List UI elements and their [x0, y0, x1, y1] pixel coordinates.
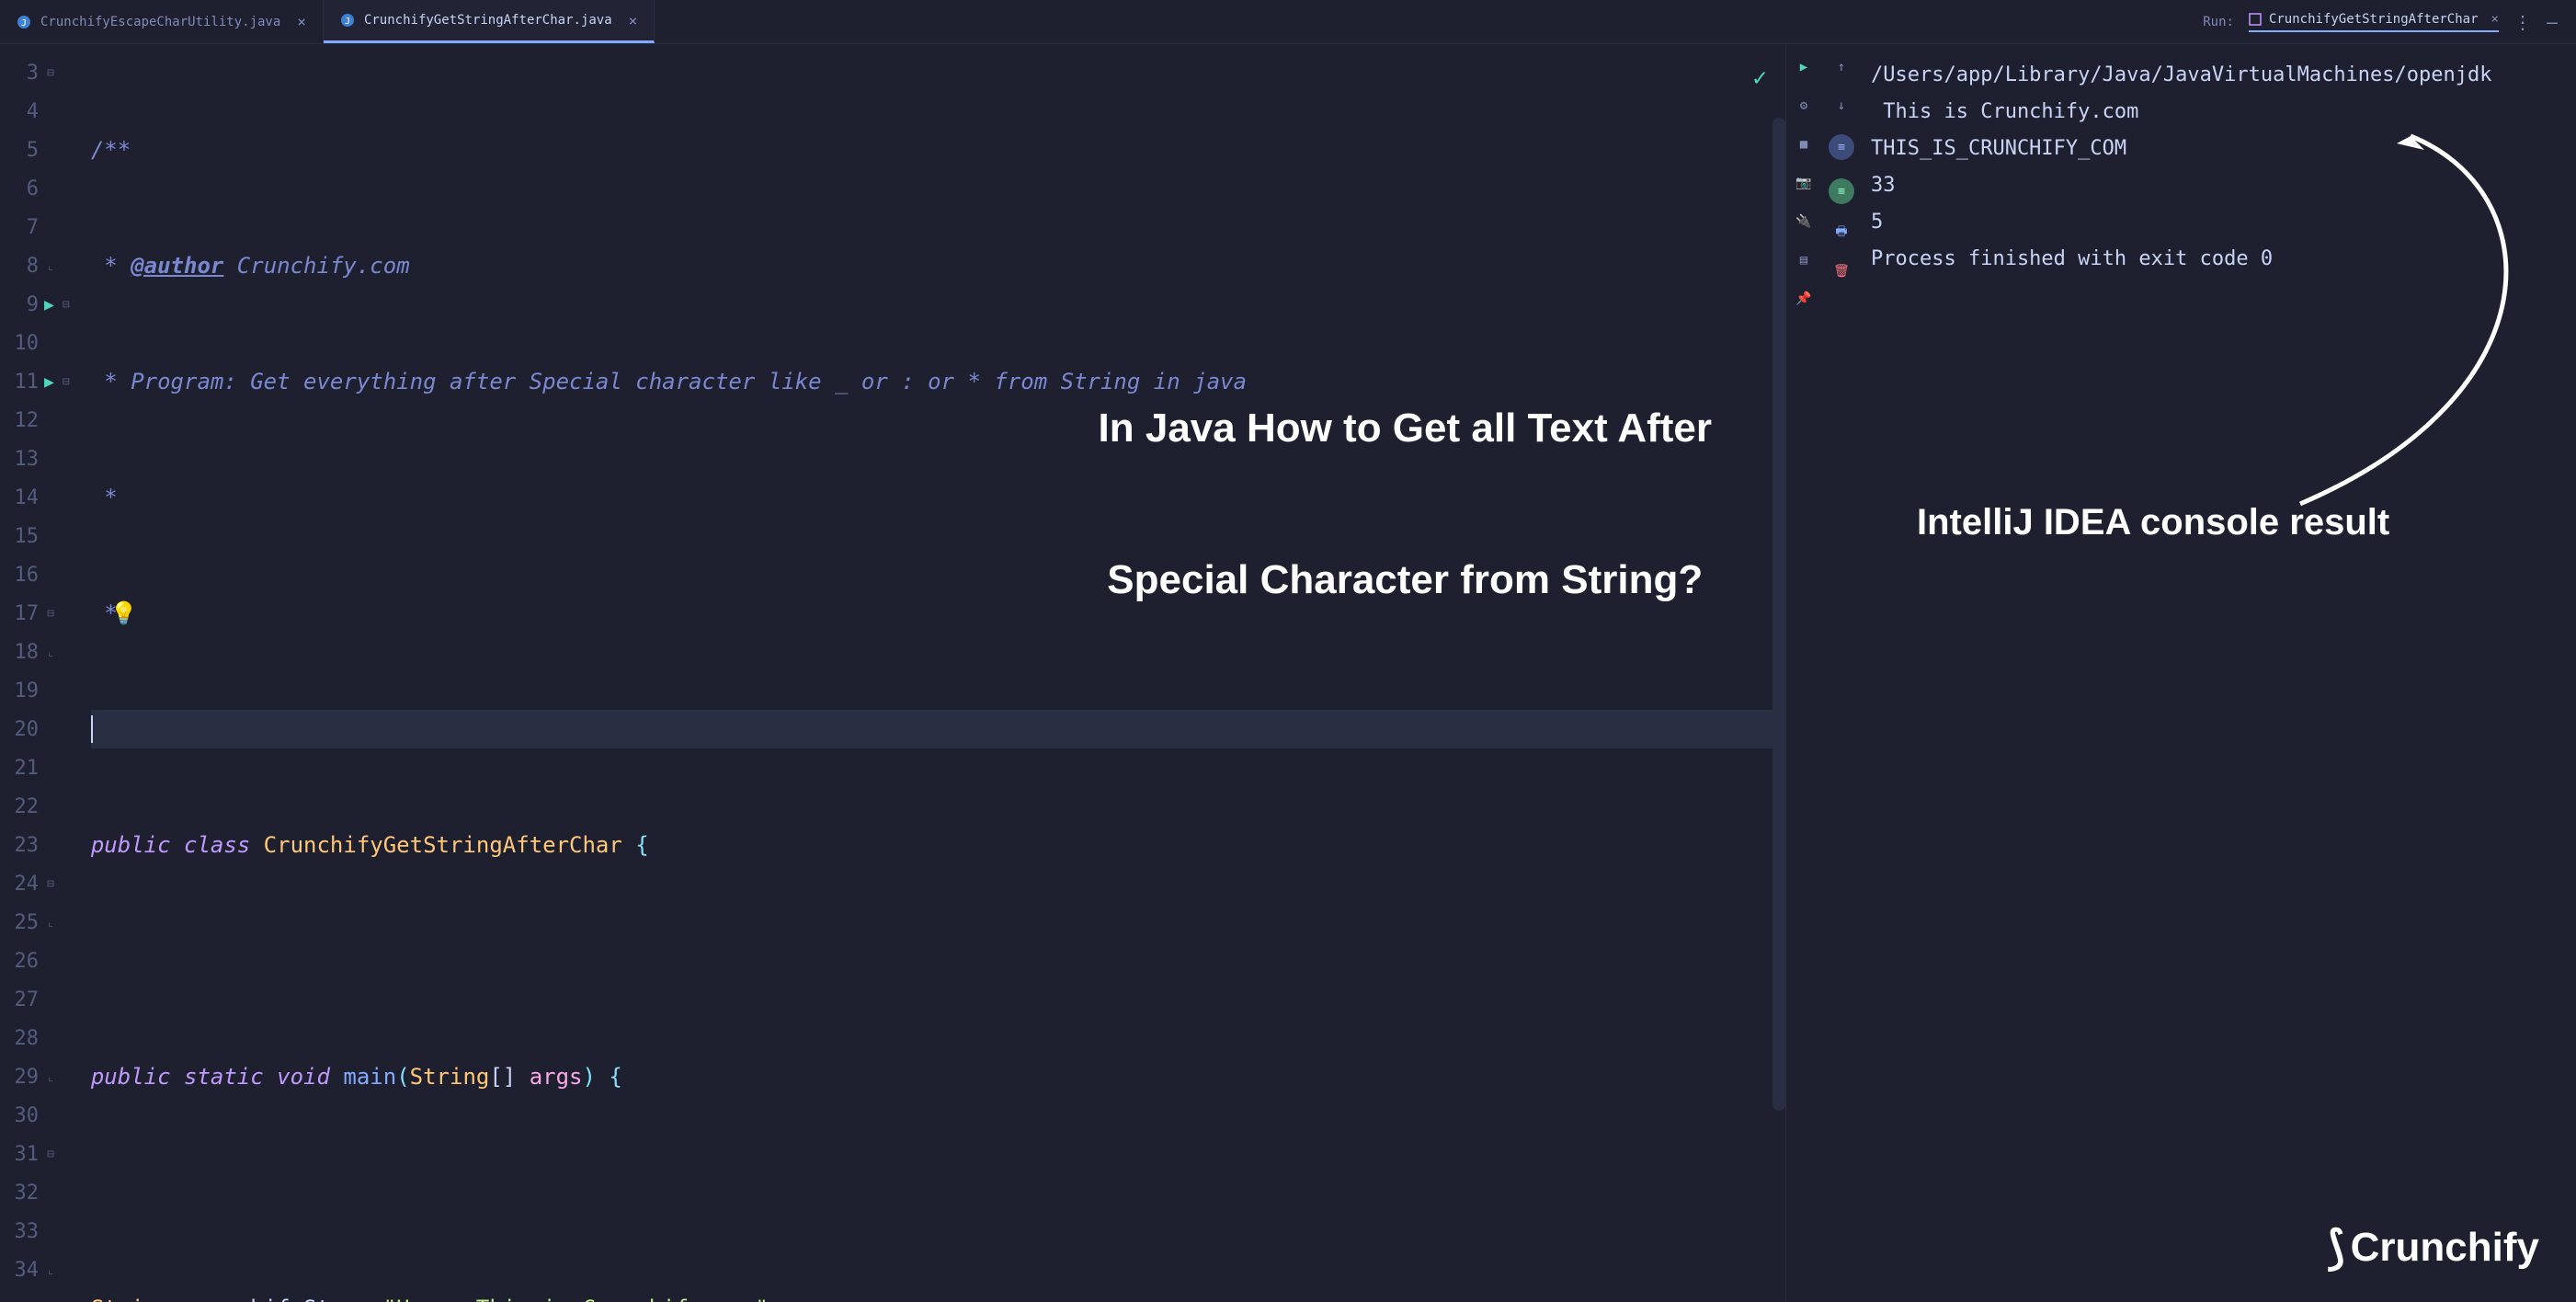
fold-icon[interactable]: ⌞: [44, 1263, 57, 1277]
line-number: 30: [9, 1104, 39, 1127]
output-line: /Users/app/Library/Java/JavaVirtualMachi…: [1871, 57, 2567, 94]
fold-icon[interactable]: ⊟: [60, 375, 73, 389]
line-number: 5: [9, 139, 39, 162]
run-toolbar-left: ▶ ⚙ ■ 📷 🔌 ▤ 📌: [1786, 44, 1821, 1302]
line-number: 14: [9, 486, 39, 509]
check-icon: ✓: [1752, 59, 1767, 97]
line-number: 18: [9, 641, 39, 664]
stop-icon[interactable]: ■: [1794, 134, 1814, 154]
line-number: 4: [9, 100, 39, 123]
close-icon[interactable]: ×: [297, 13, 306, 30]
soft-wrap-icon[interactable]: ≡: [1829, 134, 1854, 160]
tab-label: CrunchifyEscapeCharUtility.java: [40, 15, 280, 29]
line-number: 13: [9, 448, 39, 471]
line-number: 20: [9, 718, 39, 741]
screenshot-icon[interactable]: 📷: [1794, 173, 1814, 193]
line-number: 19: [9, 680, 39, 702]
line-number: 12: [9, 409, 39, 432]
fold-icon[interactable]: ⊟: [44, 607, 57, 621]
run-gutter-icon[interactable]: ▶: [44, 295, 54, 314]
fold-icon[interactable]: ⌞: [44, 916, 57, 930]
editor-pane[interactable]: 3⊟ 4 5 6 7 8⌞ 9▶⊟ 10 11▶⊟ 12 13 14 15 16…: [0, 44, 1785, 1302]
close-icon[interactable]: ×: [629, 12, 638, 29]
line-number: 9: [9, 293, 39, 316]
line-number: 34: [9, 1259, 39, 1282]
fold-icon[interactable]: ⌞: [44, 259, 57, 273]
tabs-bar: J CrunchifyEscapeCharUtility.java × J Cr…: [0, 0, 2576, 44]
line-number: 28: [9, 1027, 39, 1050]
annotation-text: IntelliJ IDEA console result: [1917, 504, 2389, 541]
overlay-title: In Java How to Get all Text After Specia…: [1099, 302, 1712, 706]
run-config-name: CrunchifyGetStringAfterChar: [2269, 12, 2479, 27]
annotation-arrow: [2227, 118, 2558, 522]
line-number: 8: [9, 255, 39, 278]
crunchify-logo: ⟆ Crunchify: [2327, 1221, 2539, 1274]
cursor: [91, 715, 93, 743]
bulb-icon[interactable]: 💡: [110, 594, 138, 633]
line-number: 22: [9, 795, 39, 818]
run-pane: ▶ ⚙ ■ 📷 🔌 ▤ 📌 ↑ ↓ ≡ ≡ 🖶 🗑 /Users/app/Lib…: [1785, 44, 2576, 1302]
fold-icon[interactable]: ⊟: [44, 877, 57, 891]
line-number: 33: [9, 1220, 39, 1243]
line-number: 6: [9, 177, 39, 200]
run-config-area: Run: CrunchifyGetStringAfterChar × ⋮ —: [2203, 0, 2576, 43]
console-output[interactable]: /Users/app/Library/Java/JavaVirtualMachi…: [1862, 44, 2576, 1302]
tab-crunchify-escape[interactable]: J CrunchifyEscapeCharUtility.java ×: [0, 0, 324, 43]
fold-icon[interactable]: ⌞: [44, 1070, 57, 1084]
dump-icon[interactable]: 🔌: [1794, 211, 1814, 232]
line-number: 27: [9, 988, 39, 1011]
run-config-selector[interactable]: CrunchifyGetStringAfterChar ×: [2249, 12, 2499, 32]
line-number: 26: [9, 950, 39, 973]
line-number: 24: [9, 873, 39, 896]
run-gutter-icon[interactable]: ▶: [44, 372, 54, 392]
more-icon[interactable]: ⋮: [2513, 11, 2532, 33]
java-file-icon: J: [17, 15, 31, 29]
code-area[interactable]: /** * @author Crunchify.com * Program: G…: [78, 44, 1785, 1302]
print-icon[interactable]: 🖶: [1831, 223, 1852, 243]
rerun-icon[interactable]: ▶: [1794, 57, 1814, 77]
layout-icon[interactable]: ▤: [1794, 250, 1814, 270]
line-number: 3: [9, 62, 39, 85]
run-toolbar-right: ↑ ↓ ≡ ≡ 🖶 🗑: [1821, 44, 1862, 1302]
logo-swoosh-icon: ⟆: [2327, 1221, 2345, 1274]
close-icon[interactable]: ×: [2491, 12, 2499, 27]
run-label: Run:: [2203, 15, 2234, 29]
fold-icon[interactable]: ⌞: [44, 645, 57, 659]
line-number: 11: [9, 371, 39, 394]
line-number: 21: [9, 757, 39, 780]
line-number: 31: [9, 1143, 39, 1166]
line-number: 23: [9, 834, 39, 857]
line-number: 32: [9, 1182, 39, 1205]
line-number: 29: [9, 1066, 39, 1089]
line-number: 15: [9, 525, 39, 548]
application-icon: [2249, 13, 2262, 26]
up-arrow-icon[interactable]: ↑: [1831, 57, 1852, 77]
minimize-icon[interactable]: —: [2547, 11, 2558, 33]
tab-label: CrunchifyGetStringAfterChar.java: [364, 13, 612, 28]
gutter: 3⊟ 4 5 6 7 8⌞ 9▶⊟ 10 11▶⊟ 12 13 14 15 16…: [0, 44, 78, 1302]
fold-icon[interactable]: ⊟: [44, 1148, 57, 1161]
line-number: 16: [9, 564, 39, 587]
settings-icon[interactable]: ⚙: [1794, 96, 1814, 116]
java-file-icon: J: [340, 13, 355, 28]
line-number: 17: [9, 602, 39, 625]
fold-icon[interactable]: ⊟: [44, 66, 57, 80]
line-number: 25: [9, 911, 39, 934]
down-arrow-icon[interactable]: ↓: [1831, 96, 1852, 116]
line-number: 10: [9, 332, 39, 355]
svg-text:J: J: [345, 17, 350, 27]
tab-crunchify-get-string[interactable]: J CrunchifyGetStringAfterChar.java ×: [324, 0, 655, 43]
line-number: 7: [9, 216, 39, 239]
scroll-end-icon[interactable]: ≡: [1829, 178, 1854, 204]
fold-icon[interactable]: ⊟: [60, 298, 73, 312]
svg-text:J: J: [21, 18, 27, 29]
clear-icon[interactable]: 🗑: [1831, 261, 1852, 281]
scrollbar[interactable]: [1772, 118, 1785, 1111]
pin-icon[interactable]: 📌: [1794, 289, 1814, 309]
